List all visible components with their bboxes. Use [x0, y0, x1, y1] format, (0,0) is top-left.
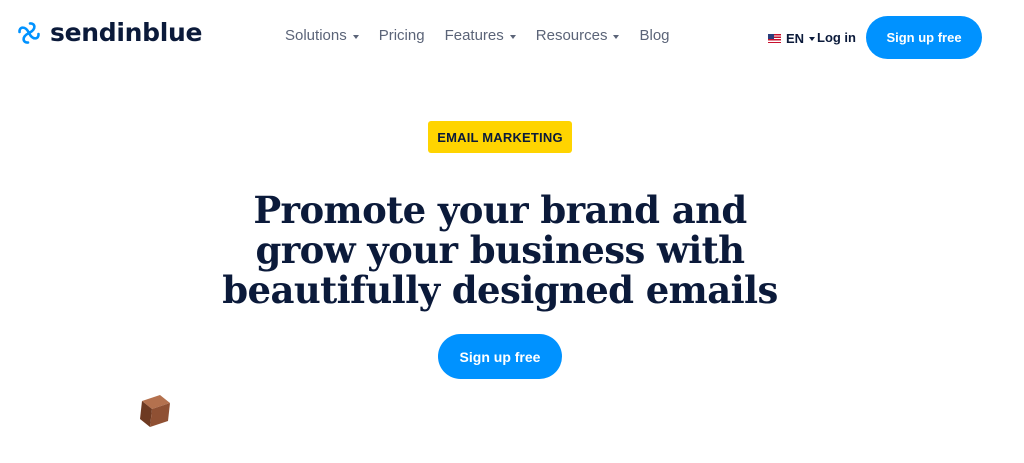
- language-selector[interactable]: EN: [768, 31, 816, 46]
- caret-down-icon: [509, 34, 516, 39]
- brand-name: sendinblue: [50, 18, 203, 47]
- caret-down-icon: [809, 37, 816, 41]
- wooden-cube-icon: [140, 395, 170, 427]
- headline-line: grow your business with: [255, 228, 746, 272]
- nav-item-resources[interactable]: Resources: [536, 27, 620, 44]
- nav-item-label: Solutions: [285, 27, 347, 44]
- site-header: sendinblue Solutions Pricing Features Re…: [0, 0, 1024, 76]
- nav-item-solutions[interactable]: Solutions: [285, 27, 359, 44]
- nav-item-label: Resources: [535, 27, 608, 44]
- caret-down-icon: [613, 34, 620, 39]
- nav-item-features[interactable]: Features: [445, 27, 516, 44]
- nav-item-label: Pricing: [378, 27, 425, 44]
- caret-down-icon: [352, 34, 359, 39]
- header-signup-button[interactable]: Sign up free: [866, 16, 982, 59]
- hero-signup-button[interactable]: Sign up free: [438, 334, 562, 379]
- brand-logo[interactable]: sendinblue: [16, 18, 202, 47]
- sendinblue-logo-icon: [18, 21, 40, 44]
- headline-line: beautifully designed emails: [222, 268, 778, 312]
- login-link[interactable]: Log in: [817, 30, 856, 45]
- hero-headline: Promote your brand and grow your busines…: [200, 190, 800, 310]
- nav-item-label: Features: [444, 27, 504, 44]
- category-badge: EMAIL MARKETING: [428, 121, 572, 153]
- headline-line: Promote your brand and: [253, 188, 747, 232]
- nav-item-pricing[interactable]: Pricing: [379, 27, 425, 44]
- us-flag-icon: [768, 34, 781, 43]
- language-code: EN: [786, 31, 805, 46]
- main-nav: Solutions Pricing Features Resources Blo…: [285, 27, 670, 44]
- nav-item-label: Blog: [639, 27, 670, 44]
- nav-item-blog[interactable]: Blog: [639, 27, 669, 44]
